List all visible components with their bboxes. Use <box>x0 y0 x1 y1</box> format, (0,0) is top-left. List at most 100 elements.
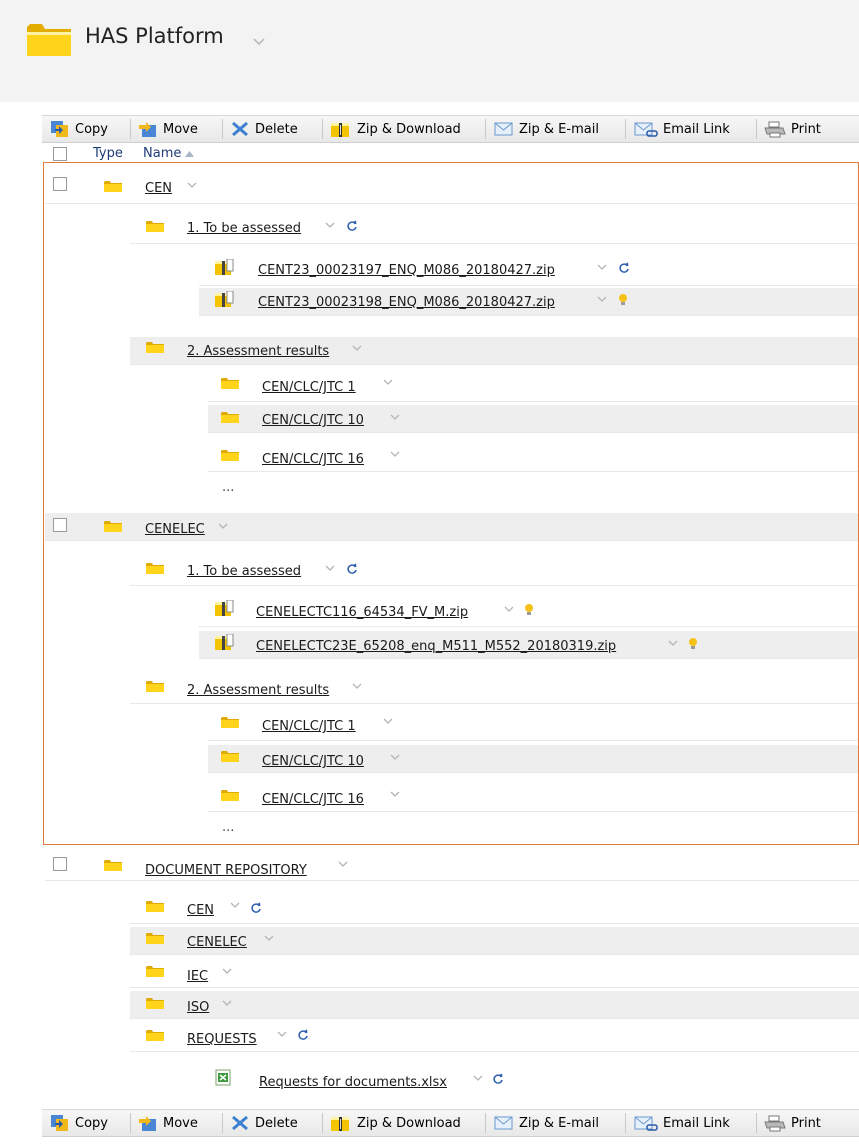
delete-button[interactable]: Delete <box>230 119 298 139</box>
chevron-down-icon[interactable] <box>668 640 678 646</box>
zip-file-icon <box>215 600 234 616</box>
folder-link-jtc-16[interactable]: CEN/CLC/JTC 16 <box>262 792 364 807</box>
chevron-down-icon[interactable] <box>218 523 228 529</box>
select-all-checkbox[interactable] <box>53 147 67 161</box>
chevron-down-icon[interactable] <box>597 264 607 270</box>
chevron-down-icon[interactable] <box>325 222 335 228</box>
folder-link-to-be-assessed[interactable]: 1. To be assessed <box>187 564 301 579</box>
chevron-down-icon[interactable] <box>390 791 400 797</box>
folder-link-jtc-1[interactable]: CEN/CLC/JTC 1 <box>262 719 356 734</box>
folder-link-iso[interactable]: ISO <box>187 1000 209 1015</box>
row-checkbox[interactable] <box>53 857 67 871</box>
tree-row-cen[interactable]: CEN <box>45 176 859 204</box>
sort-ascending-icon[interactable] <box>185 151 194 157</box>
folder-link-to-be-assessed[interactable]: 1. To be assessed <box>187 221 301 236</box>
email-link-button[interactable]: Email Link <box>634 1113 730 1133</box>
folder-link-cen[interactable]: CEN <box>187 903 214 918</box>
chevron-down-icon[interactable] <box>383 718 393 724</box>
zip-email-button[interactable]: Zip & E-mail <box>494 119 599 139</box>
toolbar-divider <box>130 119 131 139</box>
chevron-down-icon[interactable] <box>390 754 400 760</box>
name-column-header[interactable]: Name <box>143 146 181 161</box>
tree-row-cen-to-be-assessed[interactable]: 1. To be assessed <box>130 216 859 244</box>
delete-button[interactable]: Delete <box>230 1113 298 1133</box>
tree-row-file[interactable]: CENELECTC116_64534_FV_M.zip <box>199 599 859 627</box>
tree-row-jtc-10[interactable]: CEN/CLC/JTC 10 <box>208 745 859 773</box>
row-checkbox[interactable] <box>53 518 67 532</box>
file-link[interactable]: CENELECTC23E_65208_enq_M511_M552_2018031… <box>256 639 616 654</box>
zip-download-button[interactable]: Zip & Download <box>330 1113 461 1133</box>
folder-link-jtc-10[interactable]: CEN/CLC/JTC 10 <box>262 413 364 428</box>
chevron-down-icon[interactable] <box>597 296 607 302</box>
tree-row-cen-assessment-results[interactable]: 2. Assessment results <box>130 337 859 365</box>
file-link-requests-xlsx[interactable]: Requests for documents.xlsx <box>259 1075 447 1090</box>
tree-row-jtc-10[interactable]: CEN/CLC/JTC 10 <box>208 405 859 433</box>
chevron-down-icon[interactable] <box>352 683 362 689</box>
chevron-down-icon[interactable] <box>277 1031 287 1037</box>
folder-link-assessment-results[interactable]: 2. Assessment results <box>187 344 329 359</box>
tree-row-file[interactable]: Requests for documents.xlsx <box>199 1066 859 1094</box>
chevron-down-icon[interactable] <box>230 902 240 908</box>
folder-link-cenelec[interactable]: CENELEC <box>145 522 205 537</box>
zip-email-button[interactable]: Zip & E-mail <box>494 1113 599 1133</box>
row-checkbox[interactable] <box>53 177 67 191</box>
folder-link-document-repository[interactable]: DOCUMENT REPOSITORY <box>145 863 307 878</box>
tree-row-repo-cen[interactable]: CEN <box>130 896 859 924</box>
file-link[interactable]: CENT23_00023197_ENQ_M086_20180427.zip <box>258 263 555 278</box>
chevron-down-icon[interactable] <box>222 968 232 974</box>
folder-link-jtc-16[interactable]: CEN/CLC/JTC 16 <box>262 452 364 467</box>
chevron-down-icon[interactable] <box>338 861 348 867</box>
chevron-down-icon[interactable] <box>390 451 400 457</box>
tree-row-jtc-16[interactable]: CEN/CLC/JTC 16 <box>208 784 859 812</box>
chevron-down-icon[interactable] <box>222 1000 232 1006</box>
type-column-header[interactable]: Type <box>93 146 123 161</box>
more-items-indicator[interactable]: ... <box>222 480 234 495</box>
folder-icon <box>221 450 239 461</box>
chevron-down-icon[interactable] <box>473 1075 483 1081</box>
folder-link-jtc-10[interactable]: CEN/CLC/JTC 10 <box>262 754 364 769</box>
folder-link-iec[interactable]: IEC <box>187 969 208 984</box>
tree-row-repo-cenelec[interactable]: CENELEC <box>130 927 859 955</box>
chevron-down-icon[interactable] <box>325 565 335 571</box>
move-button[interactable]: Move <box>138 1113 198 1133</box>
chevron-down-icon[interactable] <box>504 606 514 612</box>
move-button[interactable]: Move <box>138 119 198 139</box>
folder-link-assessment-results[interactable]: 2. Assessment results <box>187 683 329 698</box>
toolbar-divider <box>322 119 323 139</box>
copy-button[interactable]: Copy <box>50 1113 108 1133</box>
folder-icon <box>146 221 164 232</box>
tree-row-repo-iec[interactable]: IEC <box>130 960 859 988</box>
file-link[interactable]: CENT23_00023198_ENQ_M086_20180427.zip <box>258 295 555 310</box>
tree-row-file[interactable]: CENT23_00023198_ENQ_M086_20180427.zip <box>199 288 859 316</box>
file-link[interactable]: CENELECTC116_64534_FV_M.zip <box>256 605 468 620</box>
tree-row-file[interactable]: CENT23_00023197_ENQ_M086_20180427.zip <box>199 258 859 286</box>
copy-button[interactable]: Copy <box>50 119 108 139</box>
tree-row-jtc-16[interactable]: CEN/CLC/JTC 16 <box>208 444 859 472</box>
chevron-down-icon[interactable] <box>187 182 197 188</box>
print-button[interactable]: Print <box>764 119 821 139</box>
tree-row-cenelec[interactable]: CENELEC <box>45 513 859 541</box>
folder-icon <box>146 1030 164 1041</box>
email-link-button[interactable]: Email Link <box>634 119 730 139</box>
chevron-down-icon[interactable] <box>390 414 400 420</box>
folder-link-cen[interactable]: CEN <box>145 181 172 196</box>
tree-row-repo-iso[interactable]: ISO <box>130 991 859 1019</box>
chevron-down-icon[interactable] <box>352 345 362 351</box>
chevron-down-icon[interactable] <box>264 935 274 941</box>
tree-row-jtc-1[interactable]: CEN/CLC/JTC 1 <box>208 374 859 402</box>
folder-link-cenelec[interactable]: CENELEC <box>187 935 247 950</box>
print-button[interactable]: Print <box>764 1113 821 1133</box>
folder-link-requests[interactable]: REQUESTS <box>187 1032 257 1047</box>
tree-row-cenelec-to-be-assessed[interactable]: 1. To be assessed <box>130 558 859 586</box>
tree-row-repo-requests[interactable]: REQUESTS <box>130 1024 859 1052</box>
more-items-indicator[interactable]: ... <box>222 820 234 835</box>
tree-row-cenelec-assessment-results[interactable]: 2. Assessment results <box>130 676 859 704</box>
folder-link-jtc-1[interactable]: CEN/CLC/JTC 1 <box>262 380 356 395</box>
tree-row-file[interactable]: CENELECTC23E_65208_enq_M511_M552_2018031… <box>199 631 859 659</box>
tree-row-document-repository[interactable]: DOCUMENT REPOSITORY <box>45 853 859 881</box>
zip-file-icon <box>215 259 234 275</box>
chevron-down-icon[interactable] <box>383 379 393 385</box>
chevron-down-icon[interactable] <box>253 38 265 45</box>
zip-download-button[interactable]: Zip & Download <box>330 119 461 139</box>
tree-row-jtc-1[interactable]: CEN/CLC/JTC 1 <box>208 713 859 741</box>
